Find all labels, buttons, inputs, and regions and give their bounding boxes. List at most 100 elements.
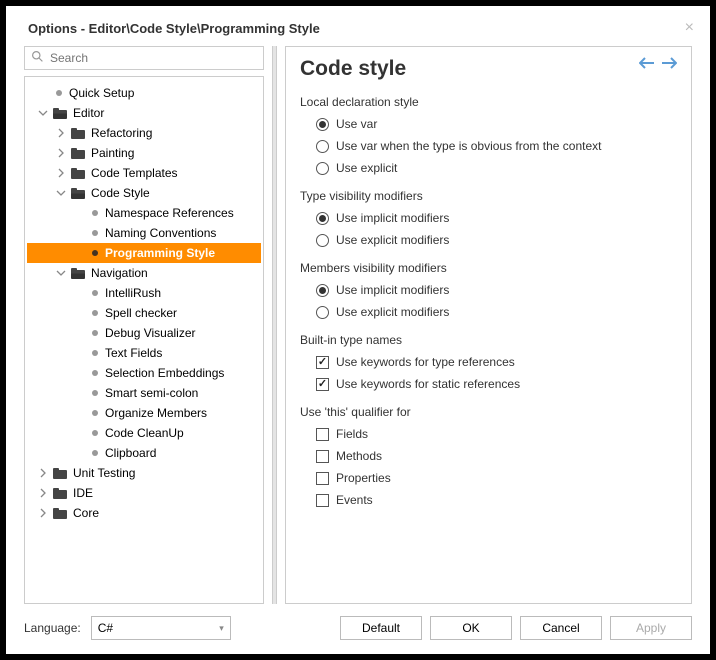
tree-item-label: Unit Testing xyxy=(73,466,135,480)
radio-option[interactable]: Use var xyxy=(300,113,677,135)
tree-item-label: Namespace References xyxy=(105,206,234,220)
option-label: Use implicit modifiers xyxy=(336,283,449,297)
radio-option[interactable]: Use explicit xyxy=(300,157,677,179)
tree-item[interactable]: Naming Conventions xyxy=(27,223,261,243)
radio-icon[interactable] xyxy=(316,212,329,225)
tree-item[interactable]: Spell checker xyxy=(27,303,261,323)
splitter[interactable] xyxy=(272,46,277,604)
checkbox-option[interactable]: Fields xyxy=(300,423,677,445)
footer: Language: C# ▾ Default OK Cancel Apply xyxy=(6,604,710,654)
expander-icon[interactable] xyxy=(55,127,67,139)
checkbox-icon[interactable] xyxy=(316,378,329,391)
radio-icon[interactable] xyxy=(316,306,329,319)
tree-item[interactable]: Selection Embeddings xyxy=(27,363,261,383)
search-box[interactable] xyxy=(24,46,264,70)
checkbox-option[interactable]: Properties xyxy=(300,467,677,489)
tree-item[interactable]: IDE xyxy=(27,483,261,503)
tree-item-label: Text Fields xyxy=(105,346,162,360)
checkbox-icon[interactable] xyxy=(316,450,329,463)
tree-item-label: Painting xyxy=(91,146,134,160)
folder-icon xyxy=(71,148,85,159)
tree-item[interactable]: Organize Members xyxy=(27,403,261,423)
tree-item[interactable]: Code Templates xyxy=(27,163,261,183)
folder-icon xyxy=(71,128,85,139)
option-label: Use keywords for static references xyxy=(336,377,520,391)
radio-option[interactable]: Use implicit modifiers xyxy=(300,207,677,229)
tree-item[interactable]: Code CleanUp xyxy=(27,423,261,443)
checkbox-icon[interactable] xyxy=(316,428,329,441)
expander-spacer xyxy=(73,227,85,239)
tree-item-label: Code CleanUp xyxy=(105,426,184,440)
expander-spacer xyxy=(37,87,49,99)
ok-button[interactable]: OK xyxy=(430,616,512,640)
expander-icon[interactable] xyxy=(37,467,49,479)
radio-icon[interactable] xyxy=(316,234,329,247)
folder-icon xyxy=(71,188,85,199)
tree-item[interactable]: IntelliRush xyxy=(27,283,261,303)
tree-item-label: Core xyxy=(73,506,99,520)
expander-icon[interactable] xyxy=(37,487,49,499)
expander-icon[interactable] xyxy=(55,267,67,279)
tree-item[interactable]: Navigation xyxy=(27,263,261,283)
tree-item[interactable]: Namespace References xyxy=(27,203,261,223)
radio-option[interactable]: Use var when the type is obvious from th… xyxy=(300,135,677,157)
option-label: Use explicit xyxy=(336,161,397,175)
tree-item-label: Programming Style xyxy=(105,246,215,260)
default-button[interactable]: Default xyxy=(340,616,422,640)
tree-item-label: IDE xyxy=(73,486,93,500)
content-header: Code style xyxy=(300,57,677,81)
tree-item[interactable]: Clipboard xyxy=(27,443,261,463)
tree-item[interactable]: Unit Testing xyxy=(27,463,261,483)
radio-option[interactable]: Use explicit modifiers xyxy=(300,301,677,323)
expander-icon[interactable] xyxy=(37,107,49,119)
tree-item[interactable]: Text Fields xyxy=(27,343,261,363)
chevron-down-icon: ▾ xyxy=(219,623,224,634)
radio-icon[interactable] xyxy=(316,284,329,297)
expander-icon[interactable] xyxy=(55,187,67,199)
checkbox-option[interactable]: Use keywords for static references xyxy=(300,373,677,395)
radio-icon[interactable] xyxy=(316,140,329,153)
radio-option[interactable]: Use explicit modifiers xyxy=(300,229,677,251)
expander-icon[interactable] xyxy=(37,507,49,519)
search-input[interactable] xyxy=(50,51,257,65)
checkbox-option[interactable]: Events xyxy=(300,489,677,511)
radio-icon[interactable] xyxy=(316,118,329,131)
radio-icon[interactable] xyxy=(316,162,329,175)
tree-item[interactable]: Refactoring xyxy=(27,123,261,143)
expander-icon[interactable] xyxy=(55,167,67,179)
expander-icon[interactable] xyxy=(55,147,67,159)
tree-item-label: Refactoring xyxy=(91,126,152,140)
checkbox-option[interactable]: Methods xyxy=(300,445,677,467)
group-title: Local declaration style xyxy=(300,95,677,109)
checkbox-icon[interactable] xyxy=(316,494,329,507)
tree-item[interactable]: Debug Visualizer xyxy=(27,323,261,343)
back-arrow-icon[interactable] xyxy=(639,57,655,72)
option-label: Use explicit modifiers xyxy=(336,233,449,247)
expander-spacer xyxy=(73,307,85,319)
nav-tree[interactable]: Quick SetupEditor Refactoring Painting Code… xyxy=(24,76,264,604)
cancel-button[interactable]: Cancel xyxy=(520,616,602,640)
radio-option[interactable]: Use implicit modifiers xyxy=(300,279,677,301)
tree-item[interactable]: Programming Style xyxy=(27,243,261,263)
tree-item-label: Smart semi-colon xyxy=(105,386,198,400)
tree-item[interactable]: Quick Setup xyxy=(27,83,261,103)
checkbox-icon[interactable] xyxy=(316,472,329,485)
tree-item[interactable]: Painting xyxy=(27,143,261,163)
bullet-icon xyxy=(92,450,98,456)
tree-item[interactable]: Smart semi-colon xyxy=(27,383,261,403)
bullet-icon xyxy=(92,310,98,316)
tree-item-label: Debug Visualizer xyxy=(105,326,196,340)
folder-icon xyxy=(53,468,67,479)
options-dialog: Options - Editor\Code Style\Programming … xyxy=(6,6,710,654)
content-panel: Code style Local declaration style Use va… xyxy=(285,46,692,604)
tree-item[interactable]: Code Style xyxy=(27,183,261,203)
checkbox-icon[interactable] xyxy=(316,356,329,369)
forward-arrow-icon[interactable] xyxy=(661,57,677,72)
bullet-icon xyxy=(92,430,98,436)
tree-item[interactable]: Editor xyxy=(27,103,261,123)
folder-icon xyxy=(53,108,67,119)
checkbox-option[interactable]: Use keywords for type references xyxy=(300,351,677,373)
close-icon[interactable]: × xyxy=(685,20,694,36)
language-select[interactable]: C# ▾ xyxy=(91,616,231,640)
tree-item[interactable]: Core xyxy=(27,503,261,523)
